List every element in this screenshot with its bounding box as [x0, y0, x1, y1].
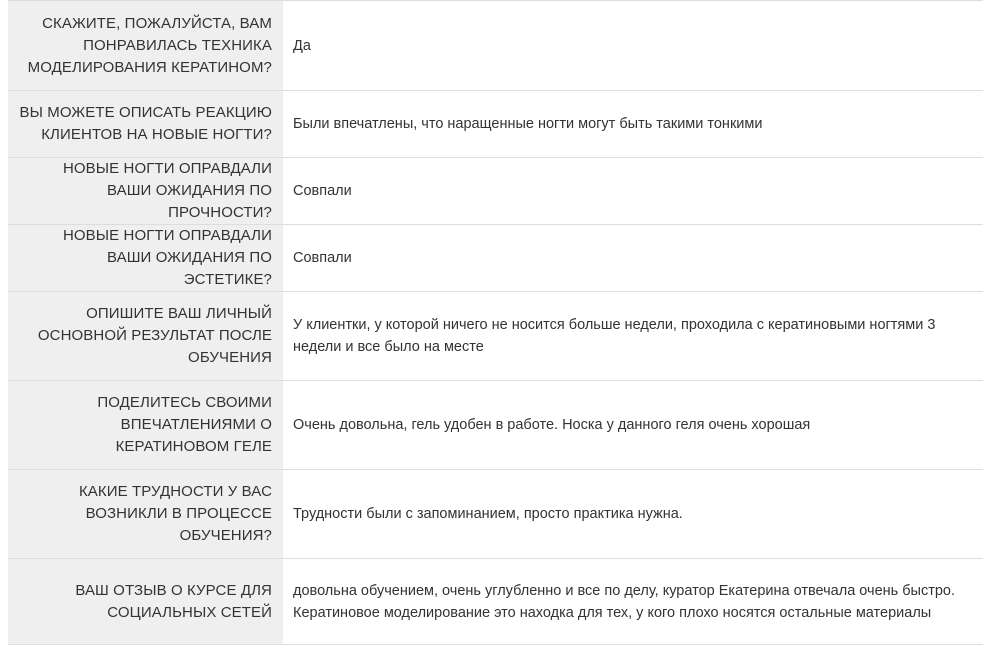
question-cell: Новые ногти оправдали ваши ожидания по п… [8, 158, 283, 224]
survey-table: Скажите, пожалуйста, вам понравилась тех… [8, 0, 983, 645]
question-text: Ваш отзыв о курсе для социальных сетей [75, 581, 272, 621]
answer-text: Да [293, 37, 311, 54]
table-row: Новые ногти оправдали ваши ожидания по п… [8, 158, 983, 225]
question-text: Новые ногти оправдали ваши ожидания по п… [62, 160, 272, 221]
question-text: Новые ногти оправдали ваши ожидания по э… [62, 227, 272, 288]
question-cell: Новые ногти оправдали ваши ожидания по э… [8, 225, 283, 291]
question-cell: Ваш отзыв о курсе для социальных сетей [8, 559, 283, 644]
answer-cell: Совпали [283, 225, 983, 291]
answer-text: Трудности были с запоминанием, просто пр… [293, 506, 683, 522]
question-cell: Вы можете описать реакцию клиентов на но… [8, 91, 283, 157]
question-cell: Скажите, пожалуйста, вам понравилась тех… [8, 1, 283, 90]
question-text: Вы можете описать реакцию клиентов на но… [19, 104, 272, 143]
table-row: Опишите ваш личный основной результат по… [8, 292, 983, 381]
question-text: Поделитесь своими впечатлениями о керати… [97, 394, 272, 455]
table-row: Новые ногти оправдали ваши ожидания по э… [8, 225, 983, 292]
table-row: Ваш отзыв о курсе для социальных сетей д… [8, 559, 983, 645]
answer-text: Были впечатлены, что наращенные ногти мо… [293, 116, 763, 132]
question-cell: Поделитесь своими впечатлениями о керати… [8, 381, 283, 469]
answer-cell: Совпали [283, 158, 983, 224]
question-cell: Опишите ваш личный основной результат по… [8, 292, 283, 380]
answer-cell: Очень довольна, гель удобен в работе. Но… [283, 381, 983, 469]
answer-cell: довольна обучением, очень углубленно и в… [283, 559, 983, 644]
answer-cell: У клиентки, у которой ничего не носится … [283, 292, 983, 380]
question-cell: Какие трудности у вас возникли в процесс… [8, 470, 283, 558]
answer-text: У клиентки, у которой ничего не носится … [293, 317, 936, 355]
question-text: Опишите ваш личный основной результат по… [37, 305, 272, 366]
table-row: Скажите, пожалуйста, вам понравилась тех… [8, 1, 983, 91]
question-text: Какие трудности у вас возникли в процесс… [78, 483, 272, 544]
answer-text: Совпали [293, 183, 352, 199]
table-row: Поделитесь своими впечатлениями о керати… [8, 381, 983, 470]
table-row: Вы можете описать реакцию клиентов на но… [8, 91, 983, 158]
answer-cell: Трудности были с запоминанием, просто пр… [283, 470, 983, 558]
answer-cell: Да [283, 1, 983, 90]
answer-text: довольна обучением, очень углубленно и в… [293, 582, 956, 621]
answer-text: Очень довольна, гель удобен в работе. Но… [293, 417, 811, 433]
answer-text: Совпали [293, 250, 352, 266]
question-text: Скажите, пожалуйста, вам понравилась тех… [27, 14, 272, 76]
table-row: Какие трудности у вас возникли в процесс… [8, 470, 983, 559]
answer-cell: Были впечатлены, что наращенные ногти мо… [283, 91, 983, 157]
